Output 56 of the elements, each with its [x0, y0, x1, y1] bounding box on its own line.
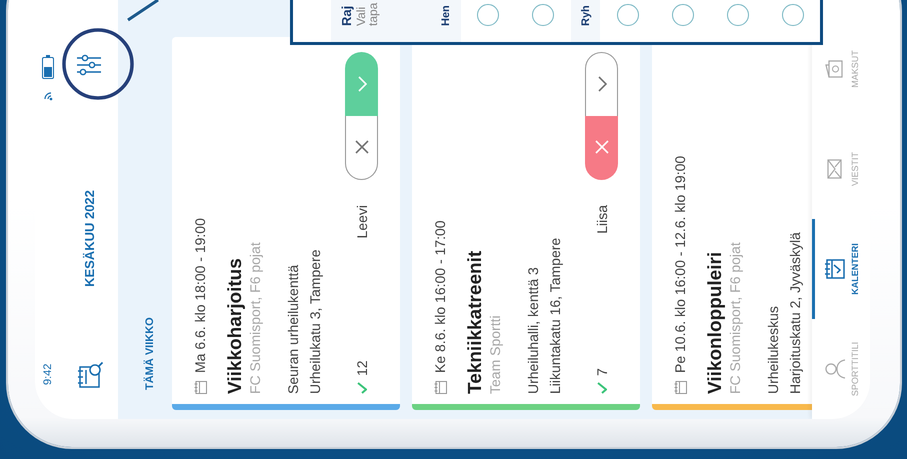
calendar-check-icon: [823, 258, 846, 280]
event-address: Urheiluhalli, kenttä 3: [524, 266, 542, 394]
status-time: 9:42: [42, 364, 54, 385]
event-address: Harjoituskatu 2, Jyväskylä: [786, 231, 804, 394]
event-address: Urheilukeskus: [764, 305, 782, 394]
radio-button[interactable]: [616, 4, 639, 26]
event-title: Tekniikkatreenit: [465, 250, 487, 394]
event-address: Urheilukatu 3, Tampere: [306, 248, 324, 394]
month-title: KESÄKUU 2022: [82, 189, 96, 289]
event-title: Viikkoharjoitus: [225, 257, 247, 394]
event-date: Ke 8.6. klo 16:00 - 17:00: [432, 220, 448, 373]
section-label: TÄMÄ VIIKKO: [142, 317, 157, 390]
popup-description: tapa: [367, 2, 379, 26]
person-icon: [823, 358, 846, 380]
radio-button[interactable]: [782, 4, 804, 26]
event-date: Ma 6.6. klo 18:00 - 19:00: [192, 218, 208, 373]
close-icon: [354, 140, 370, 156]
participant-name: Leevi: [354, 205, 370, 238]
filter-sliders-icon[interactable]: [75, 54, 103, 76]
participant-name: Liisa: [594, 205, 610, 234]
event-date: Pe 10.6. klo 16:00 - 12.6. klo 19:00: [672, 156, 688, 373]
event-card[interactable]: Ma 6.6. klo 18:00 - 19:00 Viikkoharjoitus FC Suomisport, F6 pojat Seuran urheilukenttä Urheilukatu 3, Tampere 12 Leevi: [172, 37, 400, 410]
radio-button[interactable]: [532, 4, 554, 26]
radio-button[interactable]: [726, 4, 749, 26]
battery-icon: [42, 55, 54, 79]
leader-line: [127, 0, 159, 22]
chevron-icon: [596, 76, 606, 92]
event-organizer: FC Suomisport, F6 pojat: [727, 241, 743, 394]
popup-heading: Hen: [440, 5, 452, 26]
event-address: Liikuntakatu 16, Tampere: [546, 236, 564, 394]
decline-button[interactable]: [345, 116, 378, 180]
popup-heading: Ryh: [580, 5, 592, 26]
calendar-search-icon[interactable]: [75, 361, 103, 389]
accept-button[interactable]: [345, 52, 378, 116]
radio-button[interactable]: [672, 4, 694, 26]
wifi-icon: [42, 91, 52, 101]
close-icon: [594, 140, 610, 156]
check-icon: [596, 382, 606, 394]
calendar-icon: [194, 381, 206, 394]
event-organizer: FC Suomisport, F6 pojat: [247, 241, 263, 394]
event-organizer: Team Sportti: [487, 314, 503, 394]
calendar-icon: [434, 381, 446, 394]
radio-button[interactable]: [477, 4, 500, 26]
calendar-icon: [674, 381, 686, 394]
attendee-count: 7: [594, 368, 610, 376]
accept-button[interactable]: [585, 52, 618, 116]
event-address: Seuran urheilukenttä: [284, 264, 302, 394]
decline-button[interactable]: [585, 116, 618, 180]
popup-description: Vali: [355, 6, 367, 26]
attendee-count: 12: [354, 360, 370, 376]
highlight-ring: [62, 28, 134, 100]
popup-title: Raj: [339, 4, 355, 26]
chevron-icon: [356, 76, 366, 92]
nav-tab[interactable]: KALENTERI: [812, 219, 870, 319]
check-icon: [356, 382, 366, 394]
event-title: Viikonloppuleiri: [705, 250, 727, 394]
